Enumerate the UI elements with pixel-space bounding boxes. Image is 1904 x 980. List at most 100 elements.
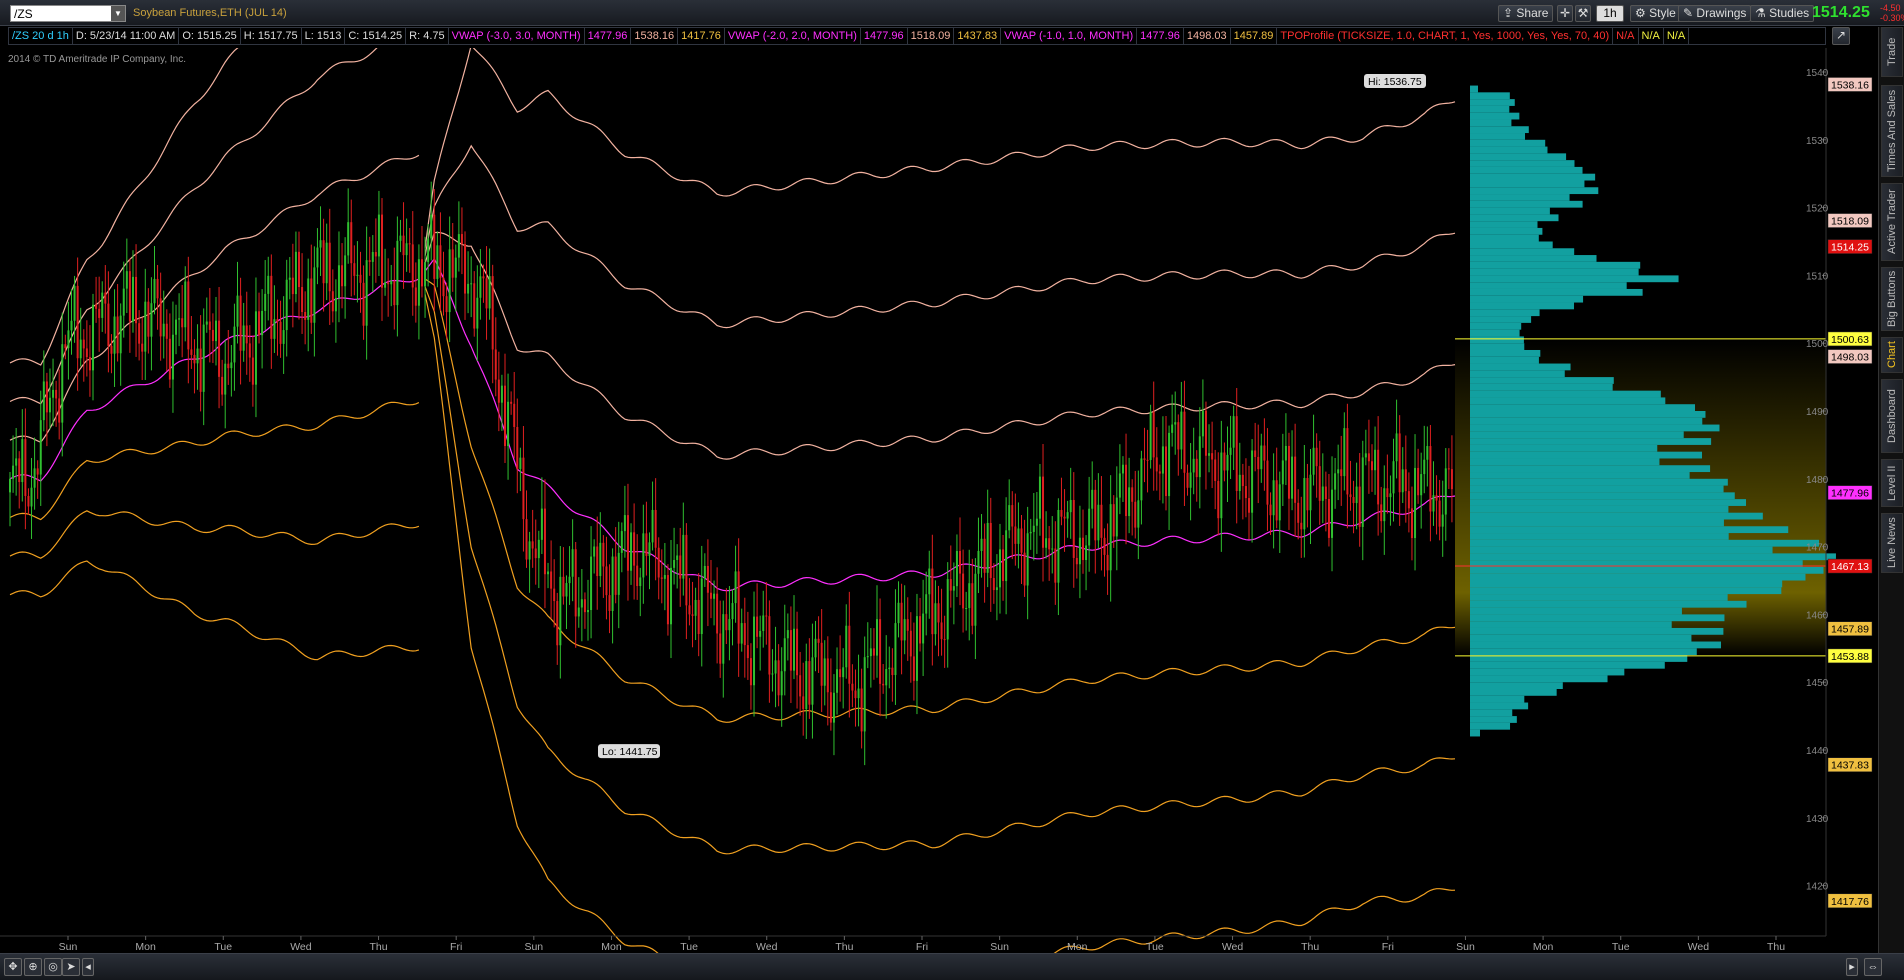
candle-body (104, 292, 107, 304)
profile-row (1470, 594, 1728, 601)
candle-body (1260, 445, 1263, 470)
profile-row (1470, 716, 1517, 723)
price-badge-label: 1457.89 (1831, 624, 1869, 636)
candle-body (1085, 545, 1088, 561)
tab-chart[interactable]: Chart (1881, 337, 1903, 373)
tab-trade[interactable]: Trade (1881, 27, 1903, 77)
candle-body (756, 616, 759, 637)
tab-times-and-sales[interactable]: Times And Sales (1881, 85, 1903, 177)
candle-body (52, 389, 55, 398)
price-chart[interactable]: 1420 1430 1440 1450 1460 1470 1480 1490 1500 1510… (0, 48, 1878, 953)
studies-button[interactable]: ⚗ Studies (1750, 5, 1815, 22)
candle-body (12, 465, 15, 479)
style-button[interactable]: ⚙ Style (1630, 5, 1681, 22)
candle (408, 227, 411, 273)
profile-row (1470, 580, 1783, 588)
candle (1327, 474, 1330, 547)
pan-icon[interactable]: ✥ (4, 958, 22, 976)
price-badge-label: 1417.76 (1831, 896, 1869, 908)
candle-body (245, 325, 248, 344)
candle (1201, 379, 1204, 448)
candle-body (845, 625, 848, 668)
candle (205, 297, 208, 333)
symbol-input[interactable]: /ZS ▼ (10, 5, 126, 22)
tab-level-ii[interactable]: Level II (1881, 459, 1903, 507)
profile-row (1470, 187, 1599, 195)
tab-dashboard[interactable]: Dashboard (1881, 379, 1903, 453)
candle-body (141, 343, 144, 352)
y-tick-label: 1480 (1806, 475, 1829, 486)
candle-body (420, 259, 423, 287)
candle (485, 246, 488, 340)
candle-body (749, 658, 752, 686)
chevron-down-icon[interactable]: ▼ (111, 6, 125, 21)
candle-body (1327, 499, 1330, 538)
expand-icon[interactable]: ⇔ (1864, 958, 1882, 976)
timeframe-button[interactable]: 1h (1596, 5, 1624, 22)
candle (593, 539, 596, 574)
candle (1257, 424, 1260, 504)
vwap1-label[interactable]: VWAP (-3.0, 3.0, MONTH) (449, 28, 585, 44)
candle (765, 582, 768, 645)
profile-row (1470, 648, 1697, 656)
profile-row (1470, 607, 1682, 615)
candle-body (485, 278, 488, 309)
profile-row (1470, 282, 1627, 289)
x-tick-label: Tue (1612, 941, 1630, 953)
vwap3-label[interactable]: VWAP (-1.0, 1.0, MONTH) (1001, 28, 1138, 44)
candle-body (1244, 486, 1247, 499)
candle (596, 516, 599, 610)
candle-body (261, 310, 264, 336)
scroll-right-icon[interactable]: ▸ (1846, 958, 1858, 976)
candle-body (1407, 491, 1410, 509)
zoom-icon[interactable]: ⊕ (24, 958, 42, 976)
wrench-icon[interactable]: ⚒ (1575, 5, 1591, 22)
candle (660, 549, 663, 604)
candle-body (691, 614, 694, 616)
share-button[interactable]: ⇪ Share (1498, 5, 1554, 22)
x-tick-label: Tue (1146, 941, 1164, 953)
candle-body (181, 318, 184, 328)
tpo-label[interactable]: TPOProfile (TICKSIZE, 1.0, CHART, 1, Yes… (1277, 28, 1614, 44)
candle (786, 613, 789, 661)
candle-body (952, 586, 955, 591)
candle (1048, 526, 1051, 581)
candle-body (777, 660, 780, 696)
candle-body (374, 252, 377, 257)
vwap2-label[interactable]: VWAP (-2.0, 2.0, MONTH) (725, 28, 861, 44)
candle-body (1383, 488, 1386, 522)
candle-body (1066, 512, 1069, 519)
candle-body (325, 242, 328, 284)
candle-body (175, 319, 178, 335)
tab-active-trader[interactable]: Active Trader (1881, 183, 1903, 261)
candle (611, 548, 614, 644)
candle (697, 573, 700, 657)
magnifier-icon[interactable]: ◎ (44, 958, 62, 976)
vwap-upper-band-1-b (424, 231, 1456, 460)
candle-body (1195, 458, 1198, 478)
candle (374, 218, 377, 283)
candle (322, 218, 325, 312)
scroll-left-icon[interactable]: ◂ (82, 958, 94, 976)
crosshair-tool-icon[interactable]: ✛ (1557, 5, 1573, 22)
candle (1235, 388, 1238, 524)
candle (1032, 493, 1035, 561)
profile-row (1470, 377, 1614, 384)
candle (1260, 433, 1263, 483)
bar-date: D: 5/23/14 11:00 AM (73, 28, 180, 44)
candle (543, 479, 546, 609)
candle (70, 289, 73, 355)
candle (1367, 419, 1370, 494)
candle (1146, 429, 1149, 493)
candle-body (135, 276, 138, 324)
time-axis[interactable]: Sun Mon Tue Wed Thu Fri Sun Mon Tue Wed Thu Fri Sun M… (0, 935, 1826, 953)
candle (789, 606, 792, 704)
drawings-button[interactable]: ✎ Drawings (1678, 5, 1752, 22)
chart-label[interactable]: /ZS 20 d 1h (9, 28, 73, 44)
chart-settings-icon[interactable]: ↗ (1832, 27, 1850, 45)
tab-big-buttons[interactable]: Big Buttons (1881, 267, 1903, 331)
candle-body (242, 325, 245, 351)
cursor-icon[interactable]: ➤ (62, 958, 80, 976)
tab-live-news[interactable]: Live News (1881, 513, 1903, 573)
candle (1103, 528, 1106, 577)
